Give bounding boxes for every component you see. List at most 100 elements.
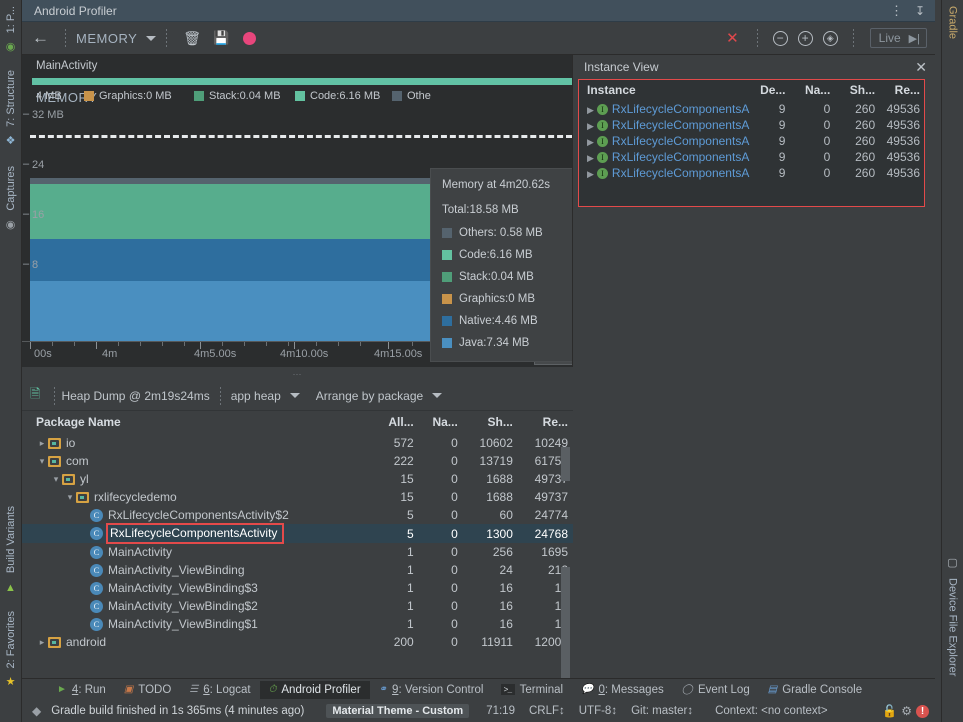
sidebar-item-favorites[interactable]: 2: Favorites	[5, 605, 17, 674]
instance-name-cell[interactable]: ▶ I RxLifecycleComponentsA	[579, 133, 749, 149]
package-name-cell[interactable]: ▾ rxlifecycledemo	[22, 488, 369, 506]
column-shallow-size[interactable]: Sh...	[463, 411, 518, 434]
tool-button-terminal[interactable]: >_ Terminal	[492, 681, 572, 699]
sidebar-item-device-file-explorer[interactable]: Device File Explorer	[947, 572, 959, 682]
column-native-size[interactable]: Na...	[789, 80, 834, 101]
tool-button-messages[interactable]: 💬 0: Messages	[572, 681, 673, 699]
column-depth[interactable]: De...	[745, 80, 790, 101]
reset-zoom-icon[interactable]: ◈	[822, 30, 838, 46]
tool-button-todo[interactable]: ▣ TODO	[115, 681, 180, 699]
back-arrow-icon[interactable]: ←	[30, 28, 55, 48]
tool-button-android-profiler[interactable]: ⏱ Android Profiler	[259, 680, 370, 699]
chevron-right-icon[interactable]: ▶	[587, 137, 594, 147]
arrange-select[interactable]: Arrange by package	[316, 389, 443, 403]
column-instance[interactable]: Instance	[579, 80, 745, 101]
package-name-cell[interactable]: C MainActivity_ViewBinding$1	[22, 615, 369, 633]
tool-button-logcat[interactable]: ☰ 6: Logcat	[180, 681, 259, 699]
heap-scrollbar-thumb-2[interactable]	[561, 567, 570, 678]
tree-twisty-icon[interactable]: ▾	[64, 492, 76, 503]
instance-row[interactable]: ▶ I RxLifecycleComponentsA 9 0 260 49536	[579, 117, 924, 133]
inspector-icon[interactable]: ⚙	[901, 704, 912, 718]
trash-icon[interactable]: 🗑	[177, 30, 207, 47]
package-name-cell[interactable]: C RxLifecycleComponentsActivity	[22, 523, 370, 544]
heap-select[interactable]: app heap	[231, 389, 300, 403]
column-native-size[interactable]: Na...	[419, 411, 463, 434]
zoom-in-icon[interactable]: +	[797, 30, 813, 46]
download-icon[interactable]: ↧	[915, 5, 925, 17]
table-row[interactable]: C MainActivity_ViewBinding 1 0 24 212	[22, 561, 573, 579]
chevron-right-icon[interactable]: ▶	[587, 105, 594, 115]
unlock-icon[interactable]: 🔓	[882, 704, 897, 718]
instance-row[interactable]: ▶ I RxLifecycleComponentsA 9 0 260 49536	[579, 101, 924, 117]
table-row[interactable]: C MainActivity 1 0 256 1695	[22, 543, 573, 561]
file-encoding[interactable]: UTF-8↕	[572, 705, 624, 717]
chevron-right-icon[interactable]: ▶	[587, 169, 594, 179]
column-retained-size[interactable]: Re...	[518, 411, 573, 434]
column-package-name[interactable]: Package Name	[22, 411, 369, 434]
tool-button-run[interactable]: ► 4: Run	[48, 681, 115, 699]
column-retained-size[interactable]: Re...	[879, 80, 924, 101]
tool-button-version-control[interactable]: ⚭ 9: Version Control	[370, 681, 493, 699]
instance-name-cell[interactable]: ▶ I RxLifecycleComponentsA	[579, 101, 749, 117]
instance-name-cell[interactable]: ▶ I RxLifecycleComponentsA	[579, 149, 749, 165]
memory-timeline[interactable]: MainActivity MEMORY 4 MB Graphics:0 MB S…	[22, 55, 573, 367]
heap-scrollbar-thumb[interactable]	[561, 447, 570, 481]
theme-chip[interactable]: Material Theme - Custom	[326, 704, 470, 718]
record-button[interactable]	[243, 31, 257, 45]
tree-twisty-icon[interactable]: ▾	[36, 456, 48, 467]
heap-scrollbar[interactable]	[561, 447, 570, 678]
table-row[interactable]: ▸ android 200 0 11911 12009	[22, 633, 573, 651]
tree-twisty-icon[interactable]: ▸	[36, 637, 48, 648]
tree-twisty-icon[interactable]: ▾	[50, 474, 62, 485]
live-button[interactable]: Live ▶|	[869, 28, 927, 48]
table-row[interactable]: ▾ yl 15 0 1688 49737	[22, 470, 573, 488]
sidebar-item-project[interactable]: 1: P...	[5, 0, 17, 39]
sidebar-item-gradle[interactable]: Gradle	[947, 0, 959, 45]
chevron-right-icon[interactable]: ▶	[587, 121, 594, 131]
table-row[interactable]: ▾ rxlifecycledemo 15 0 1688 49737	[22, 488, 573, 506]
table-row[interactable]: ▾ com 222 0 13719 61758	[22, 452, 573, 470]
error-icon[interactable]: !	[916, 704, 929, 718]
package-name-cell[interactable]: C MainActivity_ViewBinding$3	[22, 579, 369, 597]
close-icon[interactable]: ✕	[718, 29, 747, 47]
instance-name-cell[interactable]: ▶ I RxLifecycleComponentsA	[579, 117, 749, 133]
package-name-cell[interactable]: ▾ com	[22, 452, 369, 470]
package-name-cell[interactable]: C MainActivity	[22, 543, 369, 561]
chevron-down-icon[interactable]	[146, 35, 157, 41]
sidebar-item-captures[interactable]: Captures	[5, 160, 17, 217]
tool-button-event-log[interactable]: ◯ Event Log	[673, 681, 759, 699]
instance-row[interactable]: ▶ I RxLifecycleComponentsA 9 0 260 49536	[579, 165, 924, 181]
package-name-cell[interactable]: C RxLifecycleComponentsActivity$2	[22, 506, 369, 524]
table-row[interactable]: C RxLifecycleComponentsActivity$2 5 0 60 2477…	[22, 506, 573, 524]
panel-splitter[interactable]: ⋯	[22, 367, 573, 381]
sidebar-item-structure[interactable]: 7: Structure	[5, 64, 17, 133]
column-allocations[interactable]: All...	[369, 411, 419, 434]
more-vertical-icon[interactable]: ⋮	[890, 4, 903, 17]
table-row[interactable]: ▸ io 572 0 10602 10249	[22, 434, 573, 452]
package-name-cell[interactable]: ▸ io	[22, 434, 369, 452]
instance-name-cell[interactable]: ▶ I RxLifecycleComponentsA	[579, 165, 749, 181]
column-shallow-size[interactable]: Sh...	[834, 80, 879, 101]
table-row[interactable]: CMainActivity_ViewBinding$1101616	[22, 615, 573, 633]
tree-twisty-icon[interactable]: ▸	[36, 438, 48, 449]
chevron-right-icon[interactable]: ▶	[587, 153, 594, 163]
instance-row[interactable]: ▶ I RxLifecycleComponentsA 9 0 260 49536	[579, 149, 924, 165]
instance-row[interactable]: ▶ I RxLifecycleComponentsA 9 0 260 49536	[579, 133, 924, 149]
package-name-cell[interactable]: ▸ android	[22, 633, 369, 651]
context-indicator[interactable]: Context: <no context>	[708, 705, 835, 717]
table-row[interactable]: CMainActivity_ViewBinding$3101616	[22, 579, 573, 597]
table-row[interactable]: CMainActivity_ViewBinding$2101616	[22, 597, 573, 615]
git-branch[interactable]: Git: master↕	[624, 705, 700, 717]
row-label: yl	[80, 472, 89, 486]
zoom-out-icon[interactable]: −	[772, 30, 788, 46]
table-row[interactable]: C RxLifecycleComponentsActivity 5 0 1300 2476…	[22, 523, 573, 544]
package-name-cell[interactable]: C MainActivity_ViewBinding$2	[22, 597, 369, 615]
tool-button-gradle-console[interactable]: ▤ Gradle Console	[759, 681, 871, 699]
close-icon[interactable]: ✕	[915, 60, 927, 74]
package-name-cell[interactable]: C MainActivity_ViewBinding	[22, 561, 369, 579]
package-name-cell[interactable]: ▾ yl	[22, 470, 369, 488]
save-icon[interactable]: 💾	[207, 30, 235, 46]
line-separator[interactable]: CRLF↕	[522, 705, 572, 717]
sidebar-item-build-variants[interactable]: Build Variants	[5, 500, 17, 579]
caret-position[interactable]: 71:19	[479, 705, 522, 717]
